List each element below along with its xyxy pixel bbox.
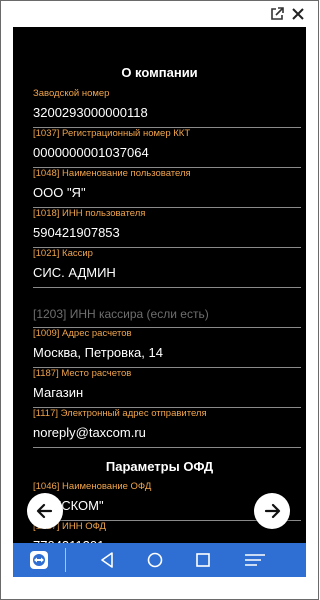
field-settlement-address[interactable]: [1009] Адрес расчетов Москва, Петровка, … xyxy=(33,328,301,368)
forward-button[interactable] xyxy=(254,493,290,529)
field-value: ООО "Я" xyxy=(33,185,86,200)
field-underline xyxy=(33,447,301,448)
field-value: Москва, Петровка, 14 xyxy=(33,345,163,360)
field-cashier[interactable]: [1021] Кассир СИС. АДМИН xyxy=(33,248,301,288)
field-label: [1117] Электронный адрес отправителя xyxy=(33,408,207,419)
field-value: noreply@taxcom.ru xyxy=(33,425,146,440)
field-kkt-registration-number[interactable]: [1037] Регистрационный номер ККТ 0000000… xyxy=(33,128,301,168)
field-settlement-place[interactable]: [1187] Место расчетов Магазин xyxy=(33,368,301,408)
circle-home-icon[interactable] xyxy=(145,550,165,570)
arrow-left-icon xyxy=(36,503,53,519)
field-label: [1009] Адрес расчетов xyxy=(33,328,132,339)
field-user-inn[interactable]: [1018] ИНН пользователя 590421907853 xyxy=(33,208,301,248)
field-label: [1021] Кассир xyxy=(33,248,93,259)
field-value: 3200293000000118 xyxy=(33,105,148,120)
teamviewer-icon[interactable] xyxy=(29,550,49,570)
android-navigation-bar xyxy=(13,543,306,577)
triangle-back-icon[interactable] xyxy=(97,550,117,570)
arrow-right-icon xyxy=(264,503,281,519)
field-user-name[interactable]: [1048] Наименование пользователя ООО "Я" xyxy=(33,168,301,208)
field-serial-number[interactable]: Заводской номер 3200293000000118 xyxy=(33,88,301,128)
external-window-icon[interactable] xyxy=(269,6,285,22)
field-cashier-inn[interactable]: [1203] ИНН кассира (если есть) xyxy=(33,288,301,328)
menu-lines-icon[interactable] xyxy=(243,550,265,570)
device-screen: О компании Заводской номер 3200293000000… xyxy=(13,27,306,543)
close-icon[interactable] xyxy=(290,6,306,22)
field-label: [1046] Наименование ОФД xyxy=(33,481,152,492)
field-sender-email[interactable]: [1117] Электронный адрес отправителя nor… xyxy=(33,408,301,448)
field-value: 590421907853 xyxy=(33,225,120,240)
field-value: Магазин xyxy=(33,385,84,400)
back-button[interactable] xyxy=(27,493,63,529)
field-value: СИС. АДМИН xyxy=(33,265,116,280)
field-label: [1037] Регистрационный номер ККТ xyxy=(33,128,191,139)
square-recents-icon[interactable] xyxy=(193,550,213,570)
field-label: [1018] ИНН пользователя xyxy=(33,208,146,219)
navbar-divider xyxy=(65,548,66,572)
remote-window: О компании Заводской номер 3200293000000… xyxy=(0,0,319,600)
field-label: Заводской номер xyxy=(33,88,110,99)
field-value: 0000000001037064 xyxy=(33,145,149,160)
field-label: [1048] Наименование пользователя xyxy=(33,168,191,179)
section-title-ofd: Параметры ОФД xyxy=(105,459,214,474)
field-label: [1187] Место расчетов xyxy=(33,368,132,379)
window-titlebar xyxy=(1,1,318,27)
field-placeholder: [1203] ИНН кассира (если есть) xyxy=(33,307,209,321)
section-title-company: О компании xyxy=(121,65,198,80)
